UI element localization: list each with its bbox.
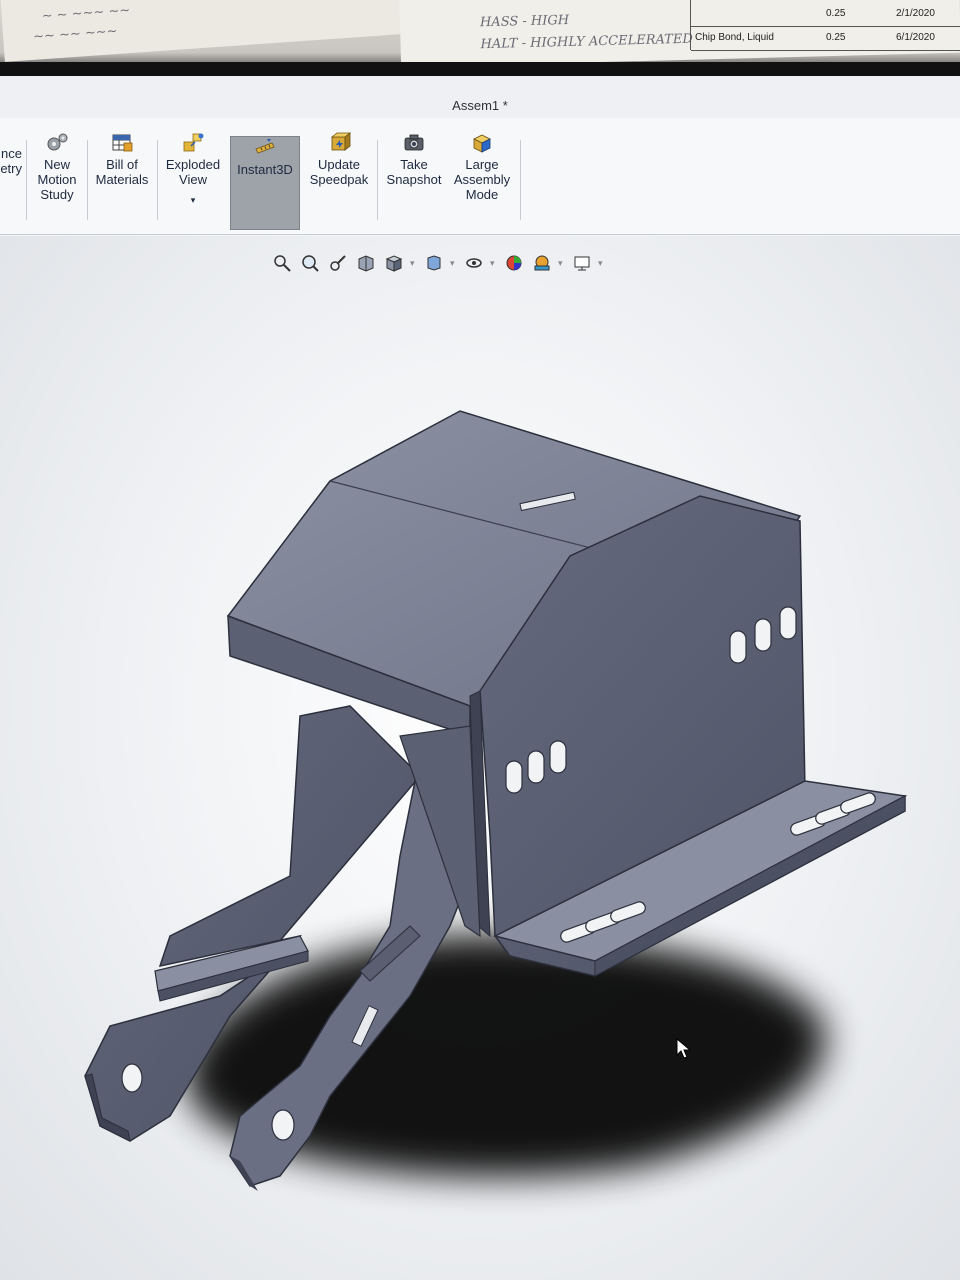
solidworks-window: Assem1 * nce etry New Motion Study Bill … (0, 76, 960, 1280)
ribbon-button-label: Large (465, 157, 499, 172)
ribbon-button-label: nce (1, 146, 22, 161)
ribbon-button-label: Study (40, 187, 74, 202)
previous-view-icon[interactable] (326, 251, 350, 275)
paper-note-line1: HASS - HIGH (479, 12, 570, 31)
ribbon-button-label: Speedpak (309, 172, 369, 187)
exploded-view-button[interactable]: Exploded View ▾ (160, 132, 226, 224)
large-assembly-mode-button[interactable]: Large Assembly Mode (450, 132, 514, 224)
paper-table: 0.25 2/1/2020 Chip Bond, Liquid 0.25 6/1… (690, 0, 960, 51)
edit-appearance-icon[interactable] (502, 251, 526, 275)
ribbon-button-label: Instant3D (237, 162, 293, 177)
ribbon-button-label: Materials (95, 172, 149, 187)
ribbon-separator (377, 140, 378, 220)
paper-table-row: Chip Bond, Liquid 0.25 6/1/2020 (691, 26, 960, 51)
new-motion-study-button[interactable]: New Motion Study (30, 132, 84, 224)
exploded-view-icon (183, 133, 204, 152)
ribbon-button-label: Exploded (165, 157, 221, 172)
chevron-down-icon[interactable]: ▾ (558, 258, 566, 269)
ribbon-button-label: Snapshot (386, 172, 442, 187)
window-title: Assem1 * (452, 98, 508, 113)
ribbon-button-label: New (43, 157, 70, 172)
take-snapshot-button[interactable]: Take Snapshot (382, 132, 446, 224)
bill-of-materials-icon (112, 134, 133, 152)
ribbon-button-label: Motion (37, 172, 77, 187)
update-speedpak-button[interactable]: Update Speedpak (304, 132, 374, 224)
paper-note-line2: HALT - HIGHLY ACCELERATED (480, 31, 693, 53)
large-assembly-icon (473, 134, 491, 153)
pivot-hole[interactable] (271, 1109, 295, 1141)
ribbon-button-label: etry (0, 161, 22, 176)
view-settings-icon[interactable] (570, 251, 594, 275)
ribbon-button-label: Mode (465, 187, 499, 202)
paper-notes: ~ ~ ~~~ ~~ ~~ ~~ ~~~ (0, 0, 424, 62)
motion-study-icon (47, 133, 68, 151)
hide-show-icon[interactable] (462, 251, 486, 275)
apply-scene-icon[interactable] (530, 251, 554, 275)
ribbon-separator (520, 140, 521, 220)
chevron-down-icon[interactable]: ▾ (191, 193, 196, 208)
ribbon-separator (26, 140, 27, 220)
ribbon-button-label: View (179, 172, 207, 187)
pivot-hole[interactable] (121, 1063, 143, 1093)
title-bar: Assem1 * (0, 76, 960, 118)
monitor-bezel: Assem1 * nce etry New Motion Study Bill … (0, 62, 960, 1280)
ribbon-button-label: Bill of (106, 157, 138, 172)
graphics-area[interactable] (0, 236, 960, 1280)
speedpak-icon (330, 132, 351, 151)
instant3d-button[interactable]: Instant3D (230, 136, 300, 230)
heads-up-view-toolbar: ▾ ▾ ▾ ▾ ▾ (270, 248, 606, 278)
section-view-icon[interactable] (354, 251, 378, 275)
ribbon-button-partial[interactable]: nce etry (0, 146, 22, 238)
display-style-icon[interactable] (422, 251, 446, 275)
paper-table-row: 0.25 2/1/2020 (691, 2, 960, 27)
command-manager-ribbon: nce etry New Motion Study Bill of Materi… (0, 118, 960, 235)
ribbon-button-label: Take (400, 157, 428, 172)
zoom-to-fit-icon[interactable] (270, 251, 294, 275)
ribbon-separator (157, 140, 158, 220)
mouse-cursor-icon (676, 1038, 692, 1059)
bill-of-materials-button[interactable]: Bill of Materials (90, 132, 154, 224)
view-orientation-icon[interactable] (382, 251, 406, 275)
instant3d-icon (255, 139, 275, 154)
chevron-down-icon[interactable]: ▾ (410, 258, 418, 269)
camera-icon (404, 134, 424, 151)
bracket-3d-model[interactable] (0, 236, 960, 1280)
chevron-down-icon[interactable]: ▾ (450, 258, 458, 269)
ribbon-separator (87, 140, 88, 220)
ribbon-button-label: Assembly (453, 172, 511, 187)
chevron-down-icon[interactable]: ▾ (598, 258, 606, 269)
ribbon-button-label: Update (318, 157, 360, 172)
chevron-down-icon[interactable]: ▾ (490, 258, 498, 269)
zoom-to-area-icon[interactable] (298, 251, 322, 275)
